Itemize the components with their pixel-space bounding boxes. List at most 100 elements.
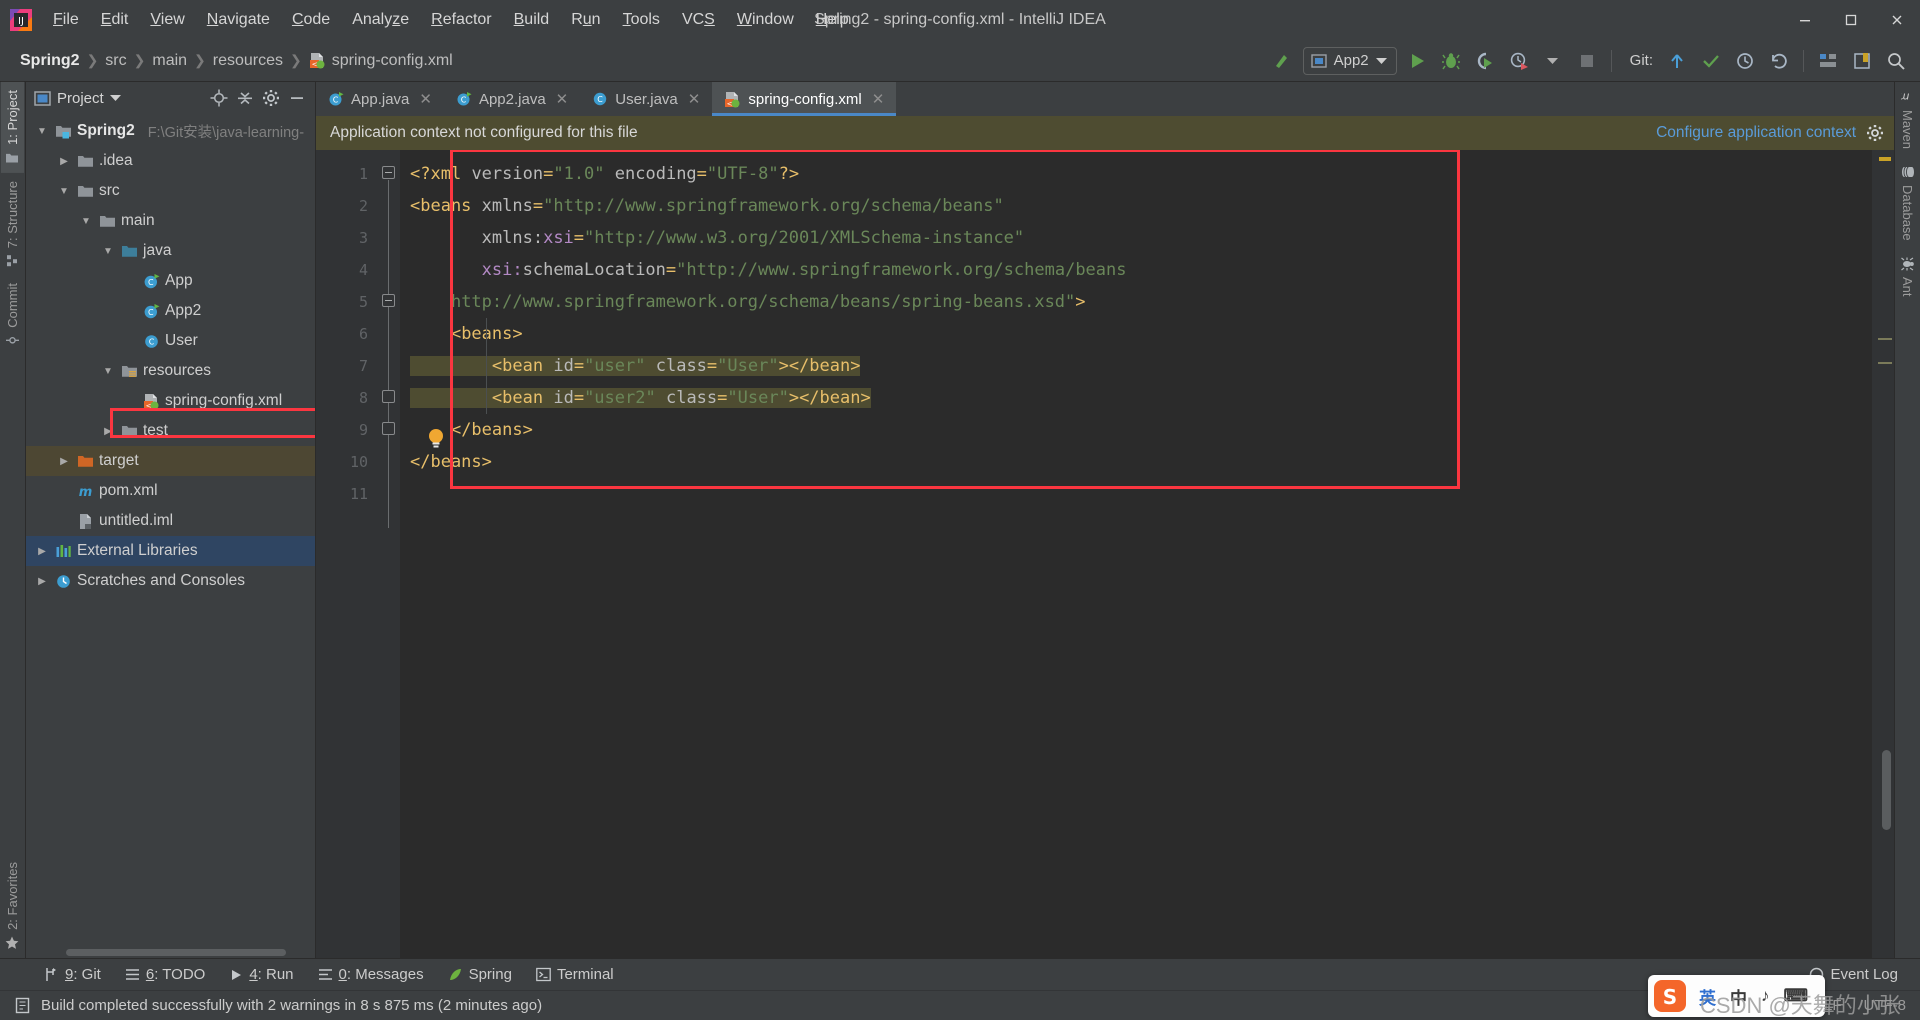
project-tree-hscrollbar[interactable]: [26, 946, 315, 958]
code-line-11[interactable]: [400, 478, 1872, 510]
git-update-icon[interactable]: [1663, 47, 1691, 75]
project-panel-chevron-down-icon[interactable]: [109, 94, 121, 102]
code-line-2[interactable]: <beans xmlns="http://www.springframework…: [400, 190, 1872, 222]
tool-window-messages[interactable]: 0: Messages: [308, 963, 434, 986]
tool-window-todo[interactable]: 6: TODO: [115, 963, 215, 986]
code-line-8[interactable]: <bean id="user2" class="User"></bean>: [400, 382, 1872, 414]
chevron-right-icon[interactable]: ▶: [56, 156, 72, 167]
tree-node-app2[interactable]: C App2: [26, 296, 315, 326]
structure-icon[interactable]: [1814, 47, 1842, 75]
sidebar-item-database[interactable]: Database: [1896, 157, 1919, 249]
chevron-right-icon[interactable]: ▶: [34, 576, 50, 587]
code-line-3[interactable]: xmlns:xsi="http://www.w3.org/2001/XMLSch…: [400, 222, 1872, 254]
editor-markers-gutter[interactable]: [1872, 150, 1894, 958]
scrollbar-thumb[interactable]: [66, 949, 286, 956]
build-icon[interactable]: [1269, 47, 1297, 75]
git-commit-icon[interactable]: [1697, 47, 1725, 75]
warning-marker[interactable]: [1879, 157, 1891, 161]
menu-build[interactable]: Build: [503, 7, 561, 33]
ime-keyboard-icon[interactable]: ⌨: [1777, 986, 1816, 1006]
tree-node-untitled-iml[interactable]: untitled.iml: [26, 506, 315, 536]
sidebar-item-favorites[interactable]: 2: Favorites: [1, 854, 24, 958]
tree-node-app[interactable]: C App: [26, 266, 315, 296]
tab-app-java[interactable]: C App.java ✕: [316, 82, 444, 116]
menu-code[interactable]: Code: [281, 7, 341, 33]
breadcrumb-item-resources[interactable]: resources: [209, 50, 287, 72]
chevron-down-icon[interactable]: ▼: [56, 186, 72, 197]
menu-analyze[interactable]: Analyze: [341, 7, 420, 33]
locate-icon[interactable]: [207, 86, 231, 110]
tree-node-spring2[interactable]: ▼ Spring2 F:\Git安装\java-learning-: [26, 116, 315, 146]
project-tree[interactable]: ▼ Spring2 F:\Git安装\java-learning- ▶ .idea ▼ sr…: [26, 114, 315, 946]
profiler-dropdown-icon[interactable]: [1539, 47, 1567, 75]
tab-close-icon[interactable]: ✕: [556, 90, 569, 108]
sidebar-item-ant[interactable]: Ant: [1896, 249, 1919, 305]
sidebar-item-structure[interactable]: 7: Structure: [1, 173, 24, 275]
build-result-icon[interactable]: [14, 997, 31, 1014]
menu-navigate[interactable]: Navigate: [196, 7, 281, 33]
sidebar-item-maven[interactable]: m Maven: [1896, 82, 1919, 157]
code-text[interactable]: <?xml version="1.0" encoding="UTF-8"?> <b…: [400, 150, 1872, 958]
tool-window-spring[interactable]: Spring: [438, 963, 522, 986]
tab-user-java[interactable]: C User.java ✕: [580, 82, 712, 116]
chevron-down-icon[interactable]: ▼: [34, 126, 50, 137]
tree-node-scratches-and-consoles[interactable]: ▶ Scratches and Consoles: [26, 566, 315, 596]
run-configuration-selector[interactable]: App2: [1302, 46, 1397, 75]
menu-file[interactable]: File: [42, 7, 90, 33]
sidebar-item-commit[interactable]: Commit: [1, 275, 24, 355]
hide-icon[interactable]: [285, 86, 309, 110]
tree-node-java[interactable]: ▼ java: [26, 236, 315, 266]
tab-close-icon[interactable]: ✕: [419, 90, 432, 108]
code-line-4[interactable]: xsi:schemaLocation="http://www.springfra…: [400, 254, 1872, 286]
chevron-right-icon[interactable]: ▶: [56, 456, 72, 467]
close-button[interactable]: [1874, 0, 1920, 40]
chevron-right-icon[interactable]: ▶: [100, 426, 116, 437]
git-rollback-icon[interactable]: [1765, 47, 1793, 75]
breadcrumb-item-file[interactable]: < spring-config.xml: [305, 50, 457, 72]
debug-icon[interactable]: [1437, 47, 1465, 75]
breadcrumb-item-src[interactable]: src: [101, 50, 130, 72]
maximize-button[interactable]: [1828, 0, 1874, 40]
breadcrumb-item-main[interactable]: main: [148, 50, 191, 72]
tab-close-icon[interactable]: ✕: [688, 90, 701, 108]
code-editor[interactable]: 1 2 3 4 5 6 7 8 9 10 11 <?xml version="1.0" encodi…: [316, 150, 1894, 958]
code-line-6[interactable]: <beans>: [400, 318, 1872, 350]
code-line-10[interactable]: </beans>: [400, 446, 1872, 478]
gear-icon[interactable]: [1866, 124, 1884, 142]
collapse-all-icon[interactable]: [233, 86, 257, 110]
tree-node-target[interactable]: ▶ target: [26, 446, 315, 476]
breadcrumb-item-project[interactable]: Spring2: [16, 50, 84, 72]
menu-refactor[interactable]: Refactor: [420, 7, 502, 33]
tool-window-run[interactable]: 4: Run: [219, 963, 303, 986]
tree-node-spring-config-xml[interactable]: < spring-config.xml: [26, 386, 315, 416]
code-line-5[interactable]: http://www.springframework.org/schema/be…: [400, 286, 1872, 318]
stop-icon[interactable]: [1573, 47, 1601, 75]
file-encoding[interactable]: UTF-8: [1864, 997, 1907, 1014]
bookmarks-icon[interactable]: [1848, 47, 1876, 75]
git-history-icon[interactable]: [1731, 47, 1759, 75]
tree-node-resources[interactable]: ▼ resources: [26, 356, 315, 386]
chevron-down-icon[interactable]: ▼: [100, 246, 116, 257]
fold-marker-line2[interactable]: [382, 166, 395, 179]
gear-icon[interactable]: [259, 86, 283, 110]
code-line-9[interactable]: </beans>: [400, 414, 1872, 446]
run-icon[interactable]: [1403, 47, 1431, 75]
tab-close-icon[interactable]: ✕: [872, 90, 885, 108]
code-line-1[interactable]: <?xml version="1.0" encoding="UTF-8"?>: [400, 158, 1872, 190]
ime-voice-icon[interactable]: ♪: [1754, 986, 1777, 1006]
chevron-right-icon[interactable]: ▶: [34, 546, 50, 557]
tree-node--idea[interactable]: ▶ .idea: [26, 146, 315, 176]
tree-node-external-libraries[interactable]: ▶ External Libraries: [26, 536, 315, 566]
tree-node-src[interactable]: ▼ src: [26, 176, 315, 206]
menu-help[interactable]: Help: [805, 7, 860, 33]
fold-marker-line6[interactable]: [382, 294, 395, 307]
menu-view[interactable]: View: [139, 7, 195, 33]
configure-application-context-link[interactable]: Configure application context: [1656, 124, 1856, 142]
menu-vcs[interactable]: VCS: [671, 7, 726, 33]
fold-end-marker-line9[interactable]: [382, 390, 395, 403]
menu-window[interactable]: Window: [726, 7, 805, 33]
search-everywhere-icon[interactable]: [1882, 47, 1910, 75]
tool-window-git[interactable]: 9: Git: [34, 963, 111, 986]
tab-spring-config-xml[interactable]: < spring-config.xml ✕: [712, 82, 897, 116]
menu-tools[interactable]: Tools: [612, 7, 671, 33]
